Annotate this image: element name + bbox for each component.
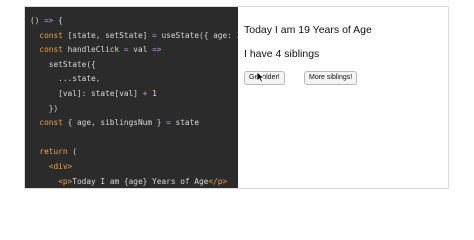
code-token: const — [30, 30, 68, 40]
code-token: [val]: state[val] — [30, 89, 143, 98]
code-token: <div> — [30, 162, 73, 171]
code-token: () — [30, 16, 45, 25]
code-line: () => { — [30, 17, 63, 25]
code-token: => — [152, 45, 162, 55]
code-line: <div> — [30, 163, 72, 171]
code-token: setState({ — [30, 59, 96, 69]
code-token: useState({ age: 19, — [161, 30, 238, 40]
demo-frame: () => { const [state, setState] = useSta… — [24, 6, 449, 189]
code-token: Today I am {age} Years of Age — [72, 176, 209, 186]
code-token: [state, setState] — [67, 30, 153, 40]
code-line: ...state, — [30, 75, 100, 83]
code-token: const — [30, 45, 68, 55]
code-token: return — [30, 147, 73, 157]
code-token: handleClick — [67, 45, 124, 55]
code-token: state — [170, 118, 200, 128]
code-token: { — [53, 16, 63, 25]
preview-pane: Today I am 19 Years of Age I have 4 sibl… — [238, 7, 448, 188]
code-token: }) — [30, 103, 59, 113]
code-line: <p>Today I am {age} Years of Age</p> — [30, 176, 228, 186]
code-token: const — [30, 118, 68, 128]
age-text: Today I am 19 Years of Age — [244, 24, 372, 36]
code-token: val — [128, 45, 153, 55]
code-line: const { age, siblingsNum } = state — [30, 119, 199, 127]
code-line: setState({ — [30, 59, 96, 69]
code-line: const [state, setState] = useState({ age… — [30, 30, 238, 40]
code-line: }) — [30, 103, 59, 113]
code-line: const handleClick = val => — [30, 46, 161, 54]
code-token: ( — [72, 147, 77, 157]
code-line: return ( — [30, 148, 77, 156]
mouse-pointer-icon — [256, 71, 266, 83]
code-token: <p> — [30, 176, 73, 186]
code-token: ...state, — [30, 74, 101, 84]
code-token: 1 — [147, 89, 157, 98]
code-token: { age, siblingsNum } — [67, 118, 167, 128]
code-token: </p> — [208, 176, 228, 186]
code-line: [val]: state[val] + 1 — [30, 90, 157, 98]
siblings-text: I have 4 siblings — [244, 48, 320, 60]
code-editor[interactable]: () => { const [state, setState] = useSta… — [25, 7, 238, 188]
more-siblings-button[interactable]: More siblings! — [304, 71, 358, 85]
